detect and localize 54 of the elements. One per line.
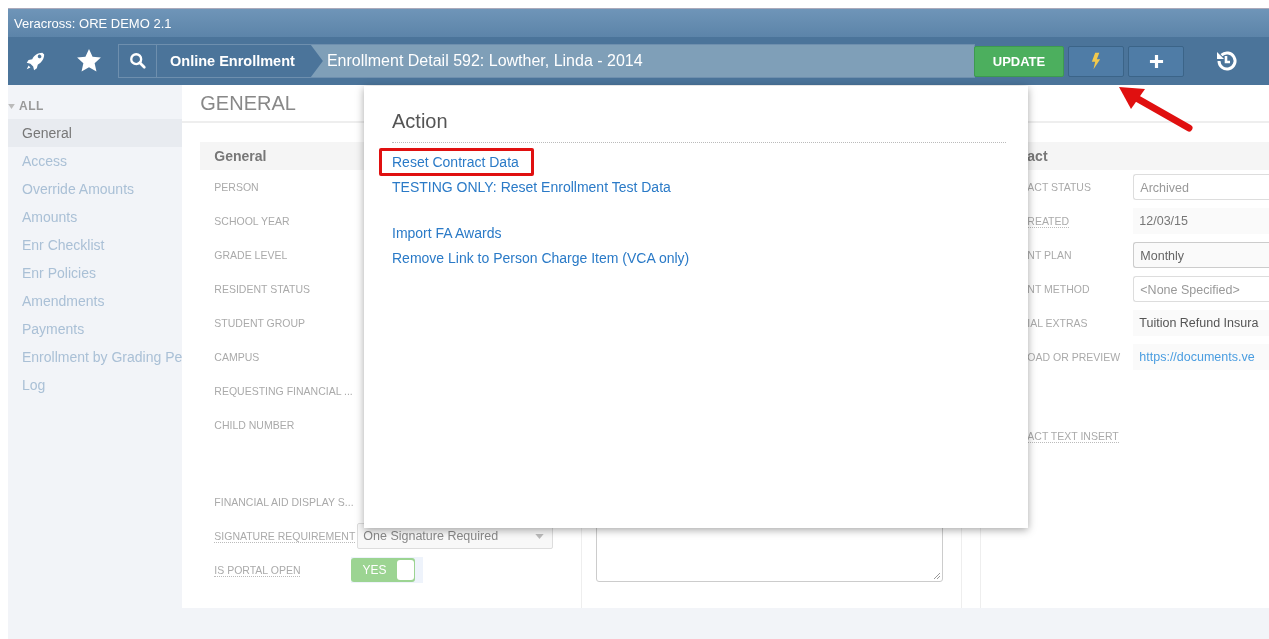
breadcrumb-link[interactable]: Online Enrollment [157, 45, 311, 77]
field-label: IS PORTAL OPEN [214, 563, 301, 577]
menu-link[interactable]: Reset Contract Data [392, 153, 519, 170]
add-button[interactable] [1128, 45, 1184, 77]
sidebar-item[interactable]: Amendments [8, 287, 183, 315]
sidebar-item[interactable]: Amounts [8, 203, 183, 231]
field-label: NT METHOD [1027, 283, 1090, 295]
field-label: PERSON [214, 181, 260, 193]
sidebar-item[interactable]: General [8, 119, 183, 147]
rocket-icon[interactable] [24, 50, 46, 72]
menu-link[interactable]: TESTING ONLY: Reset Enrollment Test Data [392, 178, 671, 195]
field-label: CAMPUS [214, 351, 261, 363]
section-title: GENERAL [200, 91, 296, 115]
sidebar-item[interactable]: Log [8, 371, 183, 399]
sidebar-item[interactable]: Override Amounts [8, 175, 183, 203]
field-label: REQUESTING FINANCIAL ... [214, 385, 354, 397]
field-label: NT PLAN [1027, 249, 1072, 261]
field-label: SCHOOL YEAR [214, 215, 291, 227]
select-field[interactable]: Monthly [1133, 242, 1269, 268]
field-label: STUDENT GROUP [214, 317, 307, 329]
menu-link[interactable]: Remove Link to Person Charge Item (VCA only) [392, 249, 690, 266]
document-link[interactable]: https://documents.ve [1133, 344, 1269, 370]
group-label[interactable]: ALL [19, 99, 44, 113]
field-label: IAL EXTRAS [1027, 317, 1088, 329]
star-icon[interactable] [76, 48, 102, 74]
lightning-icon [1091, 52, 1101, 70]
menu-link[interactable]: Import FA Awards [392, 224, 502, 241]
field-value: 12/03/15 [1133, 208, 1269, 234]
field-value: Tuition Refund Insura [1133, 310, 1269, 336]
plus-icon [1148, 53, 1164, 69]
window-title: Veracross: ORE DEMO 2.1 [14, 15, 172, 31]
page-title: Enrollment Detail 592: Lowther, Linda - 2014 [310, 45, 974, 77]
search-icon [128, 52, 147, 70]
field-label: CHILD NUMBER [214, 419, 296, 431]
sidebar-item[interactable]: Enr Policies [8, 259, 183, 287]
lightning-button[interactable] [1068, 45, 1124, 77]
field-label: SIGNATURE REQUIREMENT [214, 529, 356, 543]
sidebar-item[interactable]: Access [8, 147, 183, 175]
field-label: FINANCIAL AID DISPLAY S... [214, 496, 355, 508]
caret-icon [535, 533, 545, 539]
field-label: OAD OR PREVIEW [1027, 351, 1121, 363]
sidebar-item[interactable]: Enrollment by Grading Pe [8, 343, 183, 371]
toggle-switch[interactable]: YES [351, 558, 416, 582]
history-icon[interactable] [1214, 49, 1238, 73]
field-label: RESIDENT STATUS [214, 283, 311, 295]
input-field[interactable]: Archived [1133, 174, 1269, 200]
sidebar-item[interactable]: Enr Checklist [8, 231, 183, 259]
field-label: GRADE LEVEL [214, 249, 289, 261]
select-field[interactable]: <None Specified> [1133, 276, 1269, 302]
field-label: ACT STATUS [1027, 181, 1091, 193]
menu-title: Action [392, 110, 449, 134]
sidebar-item[interactable]: Payments [8, 315, 183, 343]
resize-grip-icon[interactable] [932, 571, 941, 579]
update-button[interactable]: UPDATE [974, 45, 1064, 77]
